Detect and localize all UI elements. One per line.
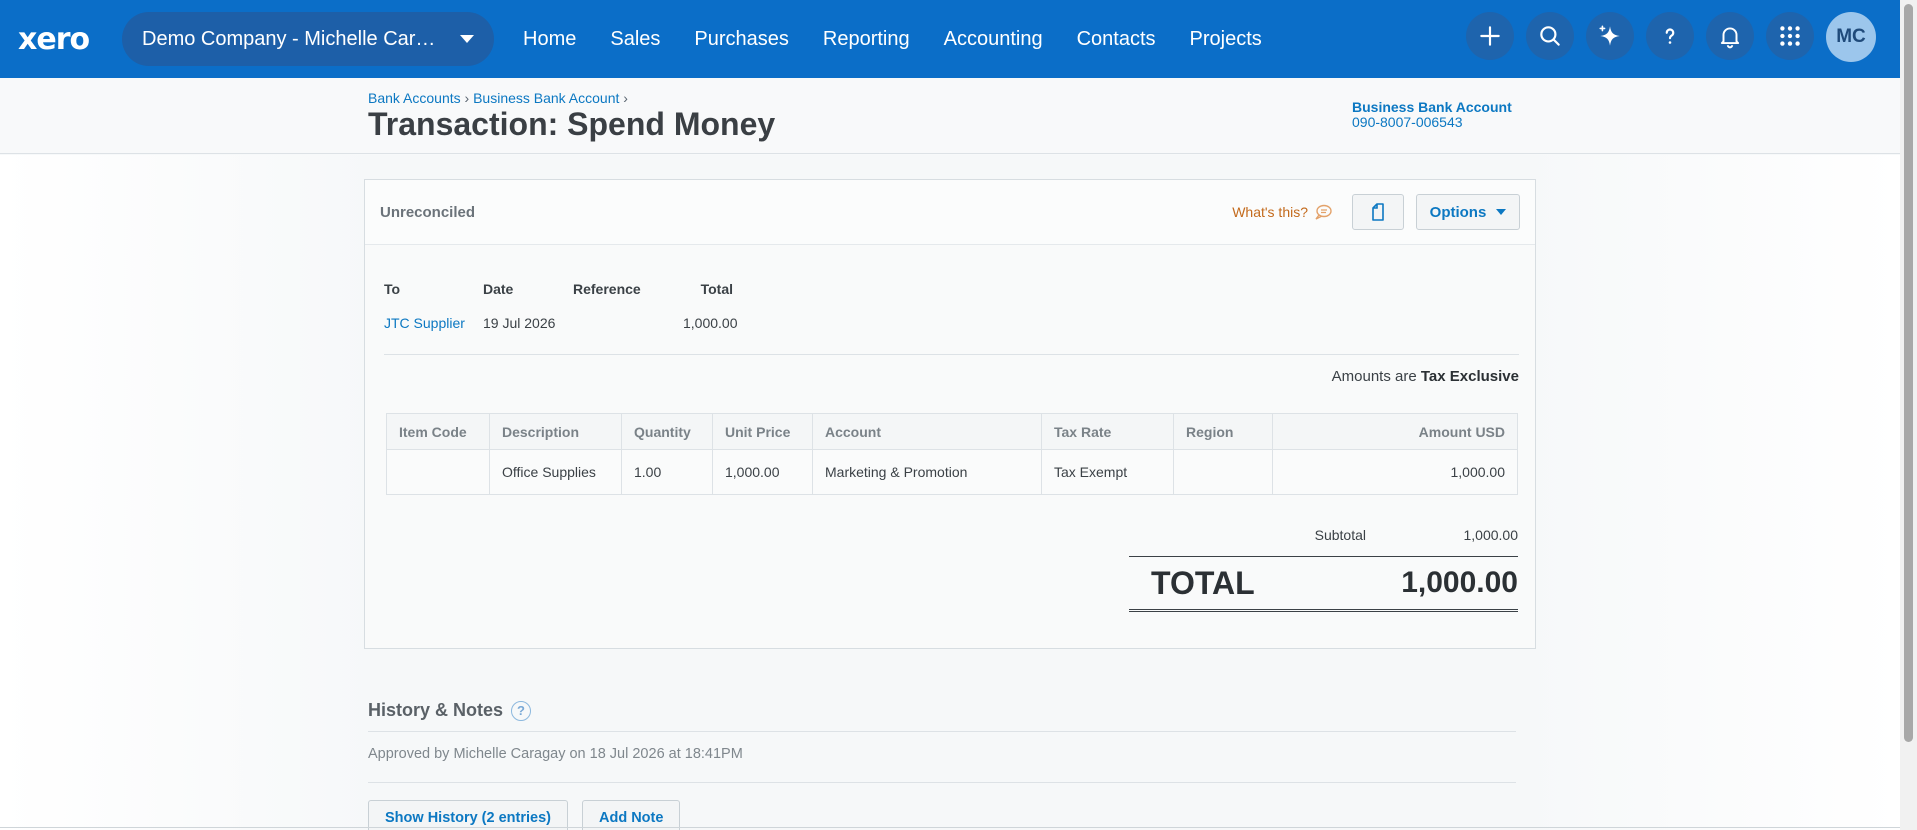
question-mark-icon[interactable]: ? [511,700,532,721]
bank-account-name[interactable]: Business Bank Account [1352,100,1512,115]
line-items-table: Item Code Description Quantity Unit Pric… [386,413,1518,495]
col-region: Region [1173,413,1273,450]
user-avatar[interactable]: MC [1826,12,1876,62]
organisation-switcher[interactable]: Demo Company - Michelle Caragay [122,12,494,66]
page-scrollbar[interactable] [1900,0,1917,830]
total-value: 1,000.00 [1401,566,1518,599]
history-divider-top [368,731,1516,732]
col-item-code: Item Code [386,413,490,450]
summary-header-date: Date [483,281,514,297]
grand-total: TOTAL 1,000.00 [1129,556,1518,612]
nav-sales[interactable]: Sales [593,28,677,51]
reconcile-status: Unreconciled [380,203,476,221]
cell-quantity: 1.00 [621,449,713,495]
top-navigation: xero Demo Company - Michelle Caragay Hom… [0,0,1900,78]
document-icon [1372,203,1384,221]
show-history-button[interactable]: Show History (2 entries) [368,800,568,830]
add-note-button[interactable]: Add Note [581,800,681,830]
cell-description: Office Supplies [489,449,622,495]
cell-unit-price: 1,000.00 [712,449,813,495]
options-button[interactable]: Options [1416,194,1520,230]
history-actions: Show History (2 entries) Add Note [368,800,681,830]
transaction-card: Unreconciled What's this? Options To Dat… [364,179,1536,649]
page-title: Transaction: Spend Money [368,106,776,142]
search-icon[interactable] [1526,12,1574,60]
main-menu: Home Sales Purchases Reporting Accountin… [506,28,1279,51]
nav-contacts[interactable]: Contacts [1060,28,1173,51]
summary-divider [384,354,1519,355]
options-label: Options [1429,203,1487,221]
amounts-are-prefix: Amounts are [1331,368,1417,385]
col-description: Description [489,413,622,450]
card-header: Unreconciled What's this? Options [365,180,1535,245]
col-amount: Amount USD [1272,413,1518,450]
help-icon[interactable] [1646,12,1694,60]
nav-actions: MC [1466,12,1876,62]
col-account: Account [812,413,1042,450]
nav-accounting[interactable]: Accounting [927,28,1060,51]
breadcrumb: Bank Accounts › Business Bank Account › [368,90,628,106]
summary-header-total: Total [700,281,733,297]
history-entry: Approved by Michelle Caragay on 18 Jul 2… [368,746,743,762]
history-title-text: History & Notes [368,700,504,720]
viewport-bottom-edge [0,827,1900,828]
cell-amount: 1,000.00 [1272,449,1518,495]
cell-tax-rate: Tax Exempt [1041,449,1174,495]
nav-reporting[interactable]: Reporting [806,28,927,51]
nav-purchases[interactable]: Purchases [677,28,806,51]
breadcrumb-business-bank-account[interactable]: Business Bank Account [473,90,619,106]
cell-region [1173,449,1273,495]
transaction-total: 1,000.00 [683,315,738,331]
amounts-tax-mode: Tax Exclusive [1420,368,1519,385]
sparkle-icon[interactable] [1586,12,1634,60]
scrollbar-thumb[interactable] [1904,4,1913,742]
total-label: TOTAL [1151,564,1255,601]
page-header: Bank Accounts › Business Bank Account › … [0,78,1900,154]
files-button[interactable] [1352,194,1404,230]
summary-row: JTC Supplier 19 Jul 2026 1,000.00 [384,311,738,335]
subtotal-label: Subtotal [1314,527,1366,543]
nav-projects[interactable]: Projects [1173,28,1279,51]
chevron-down-icon [1496,209,1507,215]
summary-header-reference: Reference [573,281,641,297]
col-unit-price: Unit Price [712,413,813,450]
apps-grid-icon[interactable] [1766,12,1814,60]
contact-link[interactable]: JTC Supplier [384,315,465,331]
transaction-summary: To Date Reference Total JTC Supplier 19 … [384,281,738,335]
breadcrumb-bank-accounts[interactable]: Bank Accounts [368,90,461,106]
nav-home[interactable]: Home [506,28,593,51]
whats-this-link[interactable]: What's this? [1232,204,1332,220]
transaction-date: 19 Jul 2026 [483,315,556,331]
bank-account-info: Business Bank Account 090-8007-006543 [1352,100,1512,130]
col-quantity: Quantity [621,413,713,450]
summary-header-row: To Date Reference Total [384,281,733,301]
whats-this-label: What's this? [1232,204,1308,220]
line-items-header-row: Item Code Description Quantity Unit Pric… [386,413,1518,450]
cell-item-code [386,449,490,495]
table-row: Office Supplies 1.00 1,000.00 Marketing … [386,449,1518,495]
history-section-title: History & Notes ? [368,700,532,721]
plus-icon[interactable] [1466,12,1514,60]
speech-bubble-icon [1315,204,1332,220]
bank-account-number: 090-8007-006543 [1352,114,1463,130]
organisation-name: Demo Company - Michelle Caragay [142,27,446,50]
col-tax-rate: Tax Rate [1041,413,1174,450]
cell-account: Marketing & Promotion [812,449,1042,495]
subtotal-row: Subtotal 1,000.00 [1140,527,1518,543]
xero-logo[interactable]: xero [18,22,106,57]
subtotal-value: 1,000.00 [1463,527,1519,543]
chevron-down-icon [460,35,474,43]
bell-icon[interactable] [1706,12,1754,60]
amounts-are-label: Amounts are Tax Exclusive [1332,368,1519,385]
summary-header-to: To [384,281,401,297]
history-divider-bottom [368,782,1516,783]
